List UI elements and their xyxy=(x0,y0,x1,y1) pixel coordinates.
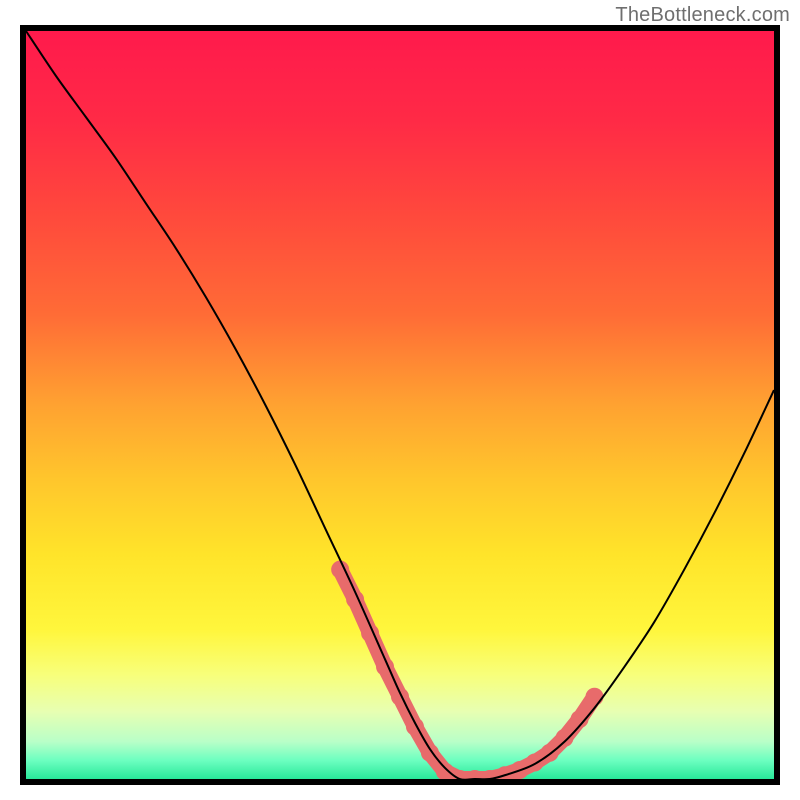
dot-point xyxy=(331,561,349,579)
chart-frame xyxy=(20,25,780,785)
dot-point xyxy=(526,754,544,772)
dot-point xyxy=(391,688,409,706)
dot-point xyxy=(585,688,603,706)
watermark-text: TheBottleneck.com xyxy=(615,4,790,27)
dot-point xyxy=(556,729,574,747)
plot-background xyxy=(26,31,774,779)
chart-svg xyxy=(20,25,780,785)
